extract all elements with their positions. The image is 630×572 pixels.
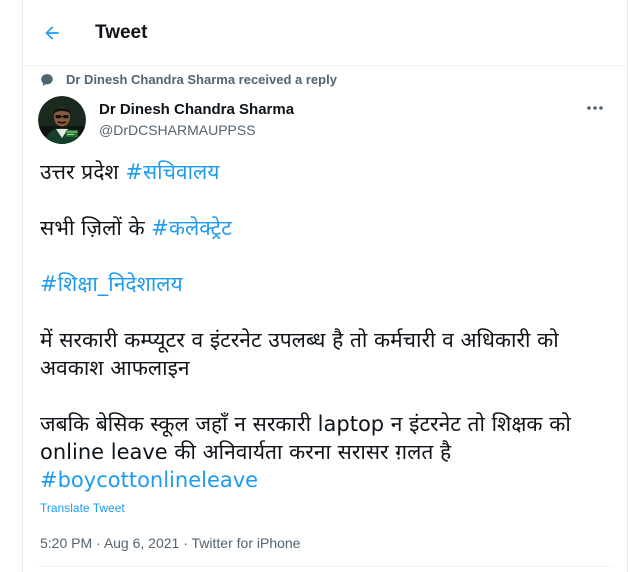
hashtag-link[interactable]: #boycottonlineleave (40, 468, 258, 492)
tweet-paragraph: उत्तर प्रदेश #सचिवालय (40, 158, 610, 186)
avatar[interactable] (38, 96, 86, 144)
tweet-time[interactable]: 5:20 PM (40, 535, 92, 551)
divider (38, 566, 612, 567)
more-options-button[interactable] (583, 100, 607, 116)
tweet-paragraph: में सरकारी कम्प्यूटर व इंटरनेट उपलब्ध है… (40, 326, 610, 382)
hashtag-link[interactable]: #शिक्षा_निदेशालय (40, 272, 183, 296)
arrow-left-icon (45, 26, 59, 40)
avatar-image (38, 96, 86, 144)
back-button[interactable] (41, 22, 63, 44)
tweet-paragraph: सभी ज़िलों के #कलेक्ट्रेट (40, 214, 610, 242)
author-display-name[interactable]: Dr Dinesh Chandra Sharma (99, 101, 294, 118)
tweet-text-segment: में सरकारी कम्प्यूटर व इंटरनेट उपलब्ध है… (40, 328, 559, 380)
tweet-source[interactable]: Twitter for iPhone (192, 535, 301, 551)
social-context-text: Dr Dinesh Chandra Sharma received a repl… (66, 72, 337, 87)
tweet-paragraph: जबकि बेसिक स्कूल जहाँ न सरकारी laptop न … (40, 410, 610, 494)
page-title: Tweet (95, 22, 148, 43)
hashtag-link[interactable]: #कलेक्ट्रेट (151, 216, 232, 240)
tweet-paragraph: #शिक्षा_निदेशालय (40, 270, 610, 298)
reply-bubble-icon (41, 73, 53, 86)
more-dots-icon (587, 106, 603, 110)
tweet-text-segment: सभी ज़िलों के (40, 216, 152, 240)
tweet-text-segment: जबकि बेसिक स्कूल जहाँ न सरकारी laptop न … (40, 412, 571, 464)
tweet-text: उत्तर प्रदेश #सचिवालय सभी ज़िलों के #कले… (40, 158, 610, 494)
tweet-text-segment: उत्तर प्रदेश (40, 160, 126, 184)
social-context[interactable]: Dr Dinesh Chandra Sharma received a repl… (40, 72, 337, 87)
author-handle[interactable]: @DrDCSHARMAUPPSS (99, 122, 256, 138)
tweet-date[interactable]: Aug 6, 2021 (104, 535, 180, 551)
meta-separator: · (179, 535, 192, 551)
meta-separator: · (92, 535, 104, 551)
translate-tweet-link[interactable]: Translate Tweet (40, 501, 125, 515)
top-bar: Tweet (23, 0, 627, 66)
tweet-detail-frame: Tweet Dr Dinesh Chandra Sharma received … (22, 0, 628, 572)
tweet-metadata: 5:20 PM · Aug 6, 2021 · Twitter for iPho… (40, 535, 300, 551)
hashtag-link[interactable]: #सचिवालय (125, 160, 219, 184)
